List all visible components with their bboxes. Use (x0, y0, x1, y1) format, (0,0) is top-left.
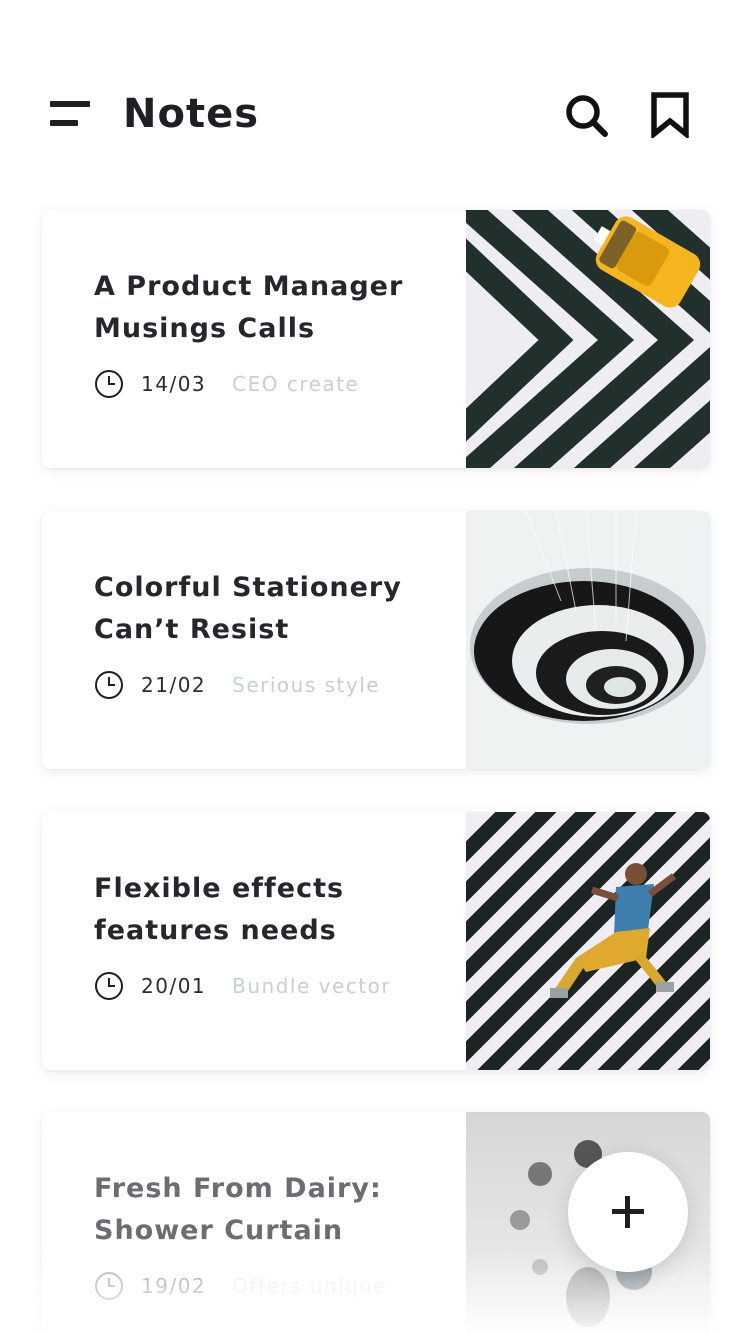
note-thumbnail (466, 511, 710, 769)
note-title-line: Shower Curtain (94, 1215, 344, 1246)
clock-icon (95, 671, 123, 699)
note-tag: CEO create (232, 372, 360, 396)
note-title-line: A Product Manager (94, 271, 404, 302)
note-date: 14/03 (141, 372, 207, 396)
note-meta: 20/01 Bundle vector (94, 970, 391, 1002)
note-date: 21/02 (141, 673, 207, 697)
notes-screen: Notes A Product Manager Musings Calls 14… (0, 0, 750, 1334)
note-title-line: Fresh From Dairy: (94, 1173, 382, 1204)
note-card[interactable]: A Product Manager Musings Calls 14/03 CE… (42, 210, 710, 468)
menu-icon[interactable] (50, 101, 92, 127)
note-meta: 19/02 Offers unique (94, 1270, 387, 1302)
note-tag: Offers unique (232, 1274, 388, 1298)
note-title: Fresh From Dairy: Shower Curtain (94, 1168, 424, 1252)
note-title-line: Can’t Resist (94, 614, 290, 645)
search-icon[interactable] (563, 92, 609, 138)
note-title: Flexible effects features needs (94, 868, 424, 952)
clock-icon (95, 370, 123, 398)
add-note-button[interactable] (568, 1152, 688, 1272)
bookmark-icon[interactable] (650, 92, 690, 138)
note-date: 19/02 (141, 1274, 207, 1298)
note-card[interactable]: Flexible effects features needs 20/01 Bu… (42, 812, 710, 1070)
note-card[interactable]: Colorful Stationery Can’t Resist 21/02 S… (42, 511, 710, 769)
note-tag: Bundle vector (232, 974, 392, 998)
note-date: 20/01 (141, 974, 207, 998)
note-tag: Serious style (232, 673, 381, 697)
note-thumbnail (466, 812, 710, 1070)
note-title: Colorful Stationery Can’t Resist (94, 567, 424, 651)
note-meta: 14/03 CEO create (94, 368, 359, 400)
note-thumbnail (466, 210, 710, 468)
clock-icon (95, 972, 123, 1000)
note-meta: 21/02 Serious style (94, 669, 380, 701)
note-title: A Product Manager Musings Calls (94, 266, 424, 350)
note-title-line: Colorful Stationery (94, 572, 402, 603)
note-title-line: features needs (94, 915, 337, 946)
clock-icon (95, 1272, 123, 1300)
note-title-line: Musings Calls (94, 313, 316, 344)
note-title-line: Flexible effects (94, 873, 345, 904)
page-title: Notes (123, 91, 260, 137)
